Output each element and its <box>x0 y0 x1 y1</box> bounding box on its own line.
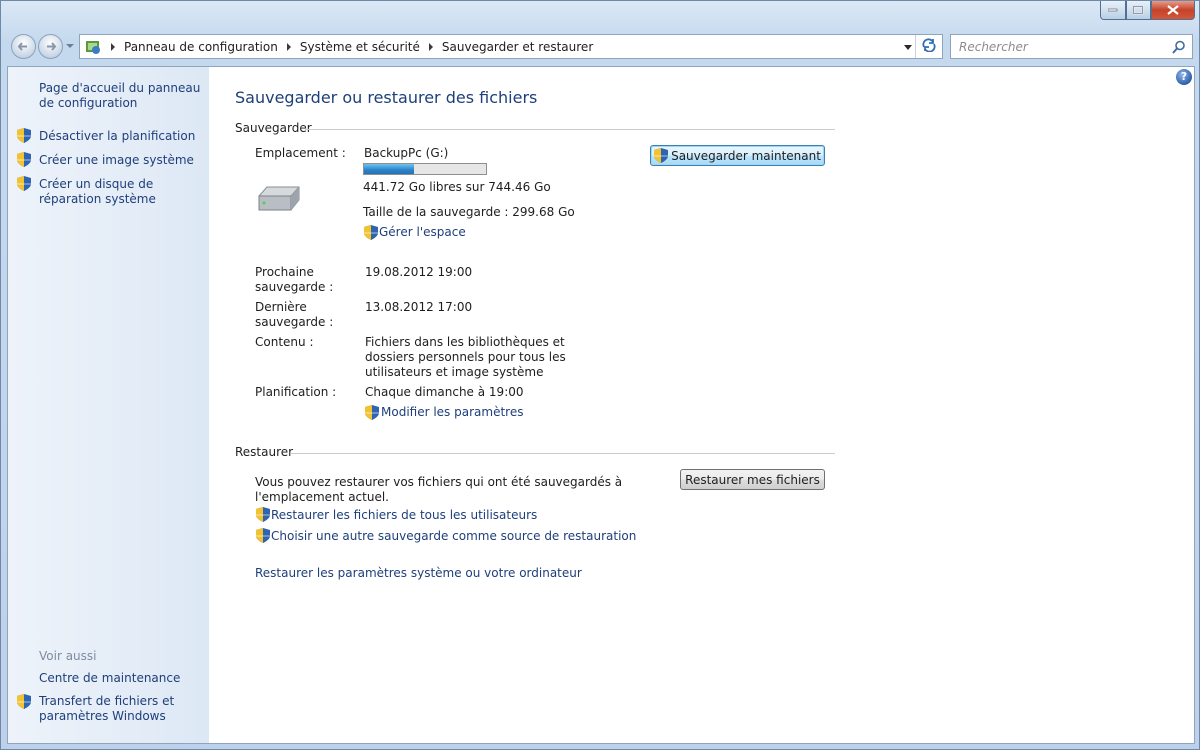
restore-icon <box>1133 5 1144 14</box>
free-space-text: 441.72 Go libres sur 744.46 Go <box>363 180 551 194</box>
refresh-icon <box>922 38 936 53</box>
address-divider <box>915 35 916 58</box>
breadcrumb-backup-restore[interactable]: Sauvegarder et restaurer <box>442 40 593 54</box>
backup-section-divider <box>305 129 835 130</box>
manage-space-link[interactable]: Gérer l'espace <box>379 225 466 240</box>
breadcrumb-control-panel[interactable]: Panneau de configuration <box>124 40 278 54</box>
breadcrumb-separator[interactable] <box>428 42 433 51</box>
contents-label: Contenu : <box>255 335 314 349</box>
recover-system-link[interactable]: Restaurer les paramètres système ou votr… <box>255 566 582 581</box>
sidebar-item-easy-transfer[interactable]: Transfert de fichiers et paramètres Wind… <box>39 694 189 724</box>
restore-description: Vous pouvez restaurer vos fichiers qui o… <box>255 475 623 504</box>
shield-icon <box>256 507 270 522</box>
sidebar-item-disable-schedule[interactable]: Désactiver la planification <box>39 129 195 144</box>
main-panel: ? Sauvegarder ou restaurer des fichiers … <box>209 67 1194 743</box>
sidebar-item-create-system-image[interactable]: Créer une image système <box>39 153 194 168</box>
shield-icon <box>17 176 31 191</box>
address-history-dropdown[interactable] <box>904 45 912 50</box>
schedule-value: Chaque dimanche à 19:00 <box>365 385 524 399</box>
shield-icon <box>17 694 31 709</box>
sidebar-item-create-repair-disc[interactable]: Créer un disque de réparation système <box>39 177 204 207</box>
shield-icon <box>364 225 378 240</box>
back-arrow-icon <box>17 42 27 51</box>
restore-my-files-label: Restaurer mes fichiers <box>685 472 820 487</box>
navigation-row: Panneau de configuration Système et sécu… <box>1 31 1200 63</box>
location-value: BackupPc (G:) <box>364 146 449 160</box>
page-title: Sauvegarder ou restaurer des fichiers <box>235 88 538 107</box>
disk-usage-fill <box>364 164 415 174</box>
caption-buttons <box>1100 1 1195 21</box>
sidebar-home-link[interactable]: Page d'accueil du panneau de configurati… <box>39 81 204 111</box>
last-backup-value: 13.08.2012 17:00 <box>365 300 473 314</box>
disk-usage-bar <box>363 163 487 175</box>
minimize-icon <box>1108 8 1118 12</box>
sidebar-item-action-center[interactable]: Centre de maintenance <box>39 671 180 686</box>
restore-my-files-button[interactable]: Restaurer mes fichiers <box>680 469 825 490</box>
shield-icon <box>256 528 270 543</box>
change-settings-link[interactable]: Modifier les paramètres <box>381 405 523 420</box>
breadcrumb-system-security[interactable]: Système et sécurité <box>300 40 420 54</box>
choose-other-backup-link[interactable]: Choisir une autre sauvegarde comme sourc… <box>271 529 636 544</box>
recent-pages-dropdown[interactable] <box>66 44 74 48</box>
search-box[interactable]: Rechercher <box>950 34 1193 59</box>
close-icon <box>1167 5 1179 15</box>
help-icon[interactable]: ? <box>1176 69 1192 85</box>
shield-icon <box>365 405 379 420</box>
schedule-label: Planification : <box>255 385 337 399</box>
window-frame: Panneau de configuration Système et sécu… <box>0 0 1200 750</box>
location-label: Emplacement : <box>255 146 346 160</box>
restore-section-heading: Restaurer <box>235 445 294 459</box>
backup-now-label: Sauvegarder maintenant <box>671 148 821 163</box>
close-button[interactable] <box>1151 1 1195 20</box>
shield-icon <box>17 152 31 167</box>
search-placeholder: Rechercher <box>959 40 1028 54</box>
title-bar <box>1 1 1200 29</box>
sidebar: Page d'accueil du panneau de configurati… <box>8 67 209 743</box>
backup-size-text: Taille de la sauvegarde : 299.68 Go <box>363 205 575 219</box>
forward-arrow-icon <box>47 42 57 51</box>
control-panel-icon <box>84 38 102 56</box>
hard-drive-icon <box>258 186 300 211</box>
breadcrumb-separator[interactable] <box>286 42 291 51</box>
breadcrumb-separator[interactable] <box>111 42 115 51</box>
back-button[interactable] <box>11 34 36 59</box>
content-area: Page d'accueil du panneau de configurati… <box>7 66 1195 744</box>
next-backup-value: 19.08.2012 19:00 <box>365 265 473 279</box>
restore-all-users-link[interactable]: Restaurer les fichiers de tous les utili… <box>271 508 537 523</box>
backup-section-heading: Sauvegarder <box>235 121 312 135</box>
restore-section-divider <box>291 453 835 454</box>
contents-value: Fichiers dans les bibliothèques et dossi… <box>365 335 566 379</box>
see-also-heading: Voir aussi <box>39 649 97 663</box>
backup-now-button[interactable]: Sauvegarder maintenant <box>650 145 825 166</box>
minimize-button[interactable] <box>1100 1 1126 20</box>
last-backup-label: Dernière sauvegarde : <box>255 300 334 329</box>
next-backup-label: Prochaine sauvegarde : <box>255 265 334 294</box>
maximize-button[interactable] <box>1126 1 1151 20</box>
address-bar[interactable]: Panneau de configuration Système et sécu… <box>79 34 943 59</box>
shield-icon <box>17 128 31 143</box>
forward-button[interactable] <box>38 34 63 59</box>
shield-icon <box>654 148 669 163</box>
search-icon[interactable] <box>1172 40 1186 54</box>
refresh-button[interactable] <box>919 38 939 55</box>
